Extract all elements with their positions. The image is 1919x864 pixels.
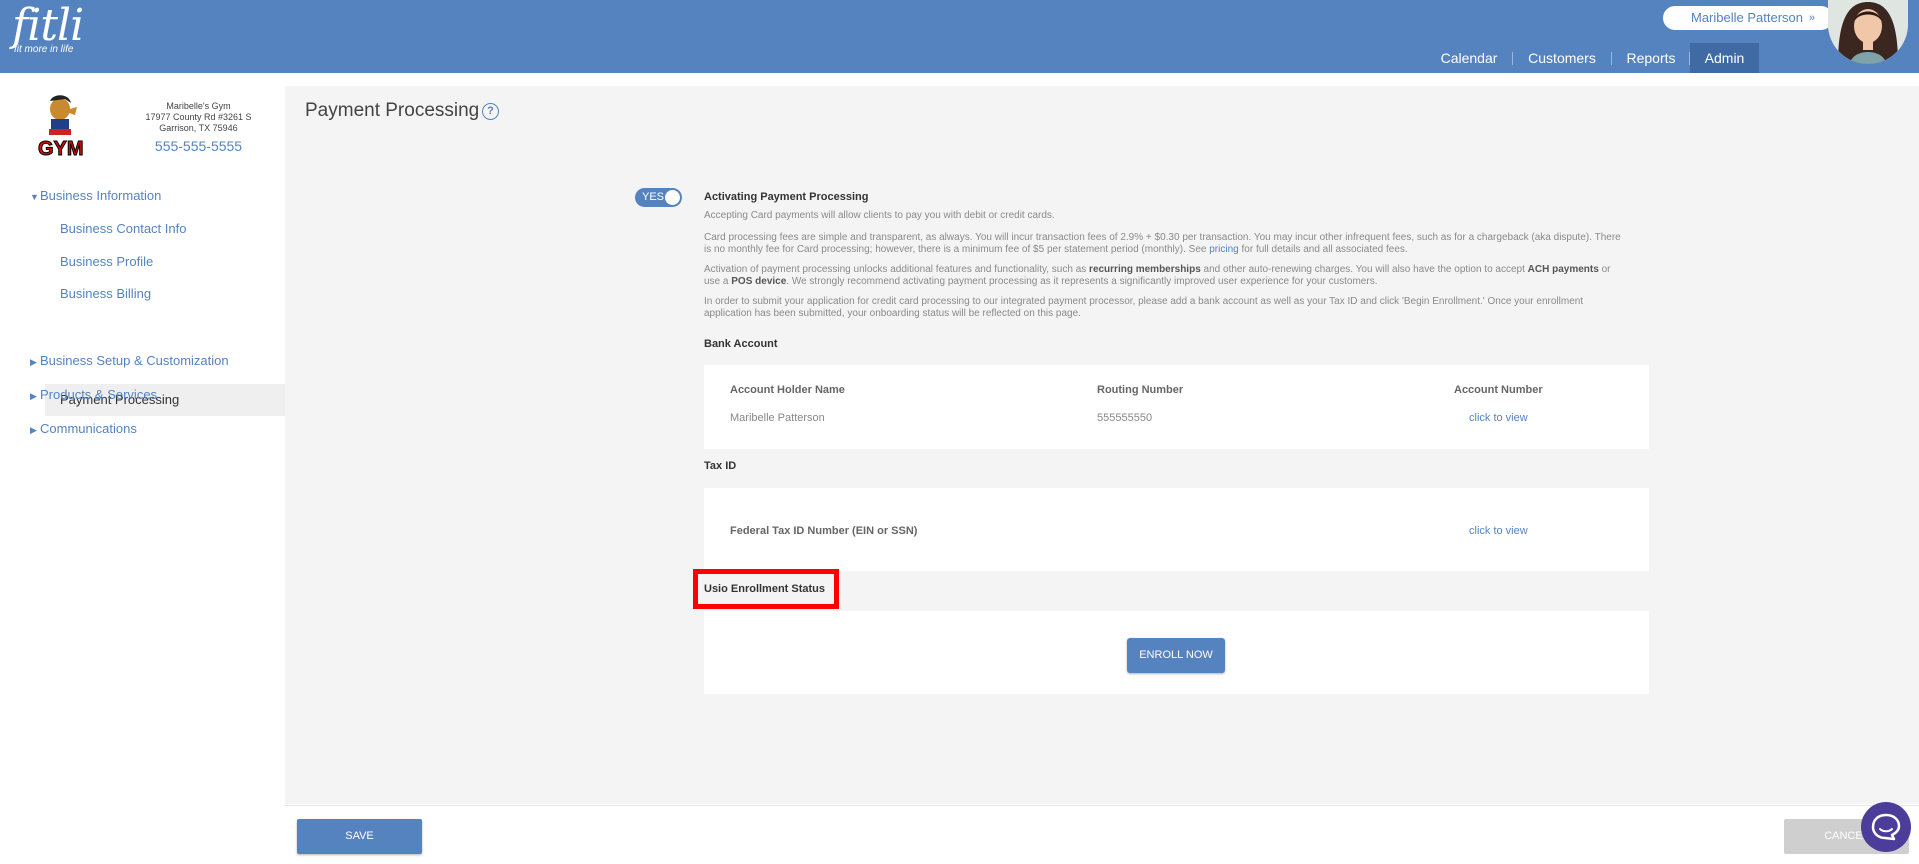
fees-paragraph: Card processing fees are simple and tran… <box>704 232 1624 256</box>
toggle-label: YES <box>642 191 665 203</box>
nav-reports[interactable]: Reports <box>1619 43 1683 73</box>
tax-id-title: Tax ID <box>704 460 737 472</box>
logo-wordmark: fitli <box>12 0 84 51</box>
svg-text:GYM: GYM <box>38 138 84 159</box>
pos-device-text: POS device <box>731 276 787 287</box>
enrollment-paragraph: In order to submit your application for … <box>704 296 1584 319</box>
tax-id-card: Federal Tax ID Number (EIN or SSN) click… <box>704 488 1649 571</box>
chat-icon <box>1871 813 1901 841</box>
activating-title: Activating Payment Processing <box>704 191 869 203</box>
fitli-logo[interactable]: fitli fit more in life <box>12 0 84 56</box>
sidebar-section-label: Business Information <box>40 188 162 203</box>
bank-account-card: Account Holder Name Routing Number Accou… <box>704 365 1649 449</box>
save-button[interactable]: SAVE <box>297 819 422 854</box>
avatar[interactable] <box>1828 0 1908 64</box>
caret-right-icon: ▶ <box>30 425 37 435</box>
caret-right-icon: ▶ <box>30 357 37 367</box>
nav-admin[interactable]: Admin <box>1690 43 1759 73</box>
sidebar-section-label: Communications <box>40 421 137 436</box>
gym-phone: 555-555-5555 <box>154 138 243 154</box>
features-paragraph: Activation of payment processing unlocks… <box>704 264 1624 288</box>
chat-support-button[interactable] <box>1861 802 1911 852</box>
sidebar-item-business-contact-info[interactable]: Business Contact Info <box>60 219 186 239</box>
features-text: Activation of payment processing unlocks… <box>704 264 1090 275</box>
features-text: . We strongly recommend activating payme… <box>786 276 1378 287</box>
nav-customers[interactable]: Customers <box>1520 43 1604 73</box>
main-content: Payment Processing ? YES Activating Paym… <box>285 86 1919 804</box>
page-title: Payment Processing <box>305 100 480 121</box>
account-holder-value: Maribelle Patterson <box>730 412 825 424</box>
sidebar-section-label: Products & Services <box>40 387 158 402</box>
payment-processing-toggle[interactable]: YES <box>635 188 682 207</box>
gym-address-line2: Garrison, TX 75946 <box>159 123 238 133</box>
sidebar-section-communications[interactable]: ▶ Communications <box>30 419 137 439</box>
recurring-memberships-text: recurring memberships <box>1089 264 1201 275</box>
nav-divider <box>1512 52 1513 65</box>
logo-tagline: fit more in life <box>14 44 74 55</box>
sidebar-section-business-setup[interactable]: ▶ Business Setup & Customization <box>30 351 229 371</box>
features-text: and other auto-renewing charges. You wil… <box>1200 264 1528 275</box>
sidebar-item-business-billing[interactable]: Business Billing <box>60 284 151 304</box>
gym-address-line1: 17977 County Rd #3261 S <box>145 112 252 122</box>
nav-calendar[interactable]: Calendar <box>1433 43 1505 73</box>
sidebar-item-business-profile[interactable]: Business Profile <box>60 252 153 272</box>
gym-info: Maribelle's Gym 17977 County Rd #3261 S … <box>130 101 267 156</box>
account-number-view-link[interactable]: click to view <box>1469 412 1528 424</box>
footer-bar: SAVE CANCEL <box>285 805 1919 864</box>
routing-number-header: Routing Number <box>1097 384 1184 396</box>
gym-name: Maribelle's Gym <box>166 101 231 111</box>
federal-tax-id-label: Federal Tax ID Number (EIN or SSN) <box>730 525 918 537</box>
account-holder-header: Account Holder Name <box>730 384 845 396</box>
routing-number-value: 555555550 <box>1097 412 1153 424</box>
intro-paragraph: Accepting Card payments will allow clien… <box>704 210 1055 221</box>
help-icon[interactable]: ? <box>482 103 499 120</box>
sidebar-section-label: Business Setup & Customization <box>40 353 229 368</box>
top-header: fitli fit more in life Maribelle Patters… <box>0 0 1919 73</box>
fees-text-end: for full details and all associated fees… <box>1238 244 1408 255</box>
enroll-now-button[interactable]: ENROLL NOW <box>1127 638 1225 673</box>
ach-payments-text: ACH payments <box>1527 264 1599 275</box>
tax-id-view-link[interactable]: click to view <box>1469 525 1528 537</box>
caret-right-icon: ▶ <box>30 391 37 401</box>
bank-account-title: Bank Account <box>704 338 778 350</box>
toggle-knob <box>665 190 680 205</box>
user-menu-button[interactable]: Maribelle Patterson » <box>1663 6 1833 30</box>
highlight-box <box>693 569 839 609</box>
sidebar-section-products-services[interactable]: ▶ Products & Services <box>30 385 157 405</box>
caret-down-icon: ▼ <box>30 192 39 202</box>
sidebar: GYM Maribelle's Gym 17977 County Rd #326… <box>0 73 285 864</box>
fees-text: Card processing fees are simple and tran… <box>704 232 1621 255</box>
nav-divider <box>1611 52 1612 65</box>
chevron-down-icon: » <box>1808 12 1815 24</box>
sidebar-section-business-information[interactable]: ▼Business Information <box>30 186 161 206</box>
user-name: Maribelle Patterson <box>1691 10 1803 25</box>
gym-logo: GYM <box>35 89 90 161</box>
pricing-link[interactable]: pricing <box>1209 244 1238 255</box>
account-number-header: Account Number <box>1454 384 1543 396</box>
